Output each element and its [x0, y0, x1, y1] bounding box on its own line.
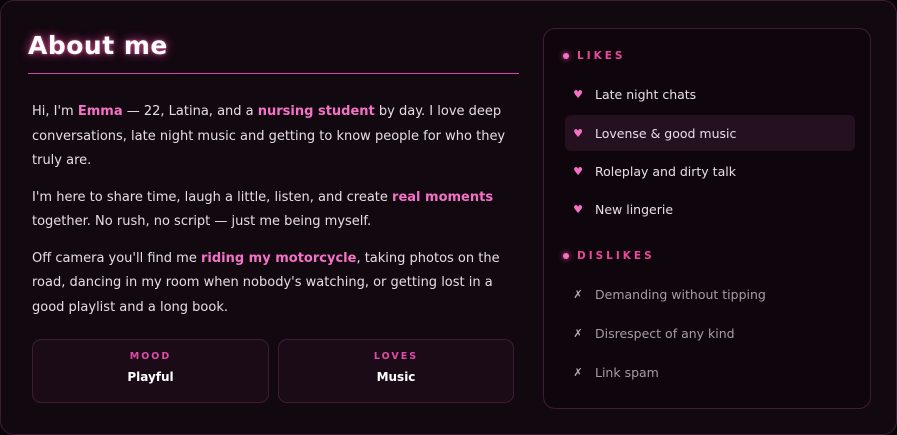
x-icon: ✗: [573, 287, 583, 301]
x-icon: ✗: [573, 365, 583, 379]
like-item[interactable]: ♥ Lovense & good music: [565, 115, 855, 151]
heart-icon: ♥: [573, 202, 583, 216]
x-icon: ✗: [573, 326, 583, 340]
like-item-label: Roleplay and dirty talk: [595, 163, 736, 179]
like-item-label: Lovense & good music: [595, 125, 737, 141]
loves-stat-card: LOVES Music: [278, 339, 514, 403]
bio-text-segment: Off camera you'll find me: [32, 250, 201, 266]
heart-icon: ♥: [573, 126, 583, 140]
dislike-item[interactable]: ✗ Link spam: [565, 354, 855, 390]
bio-paragraph-3: Off camera you'll find me riding my moto…: [32, 247, 512, 321]
likes-heading-label: LIKES: [577, 50, 626, 62]
dislike-item-label: Disrespect of any kind: [595, 325, 735, 341]
dislikes-heading-label: DISLIKES: [577, 250, 655, 262]
bio-text-segment: — 22, Latina, and a: [122, 104, 258, 119]
title-divider: [28, 73, 519, 74]
like-item-label: Late night chats: [595, 86, 697, 102]
moments-highlight: real moments: [392, 189, 494, 205]
like-item[interactable]: ♥ Roleplay and dirty talk: [565, 153, 855, 189]
bio-text-segment: Hi, I'm: [32, 104, 78, 119]
bio-text-segment: I'm here to share time, laugh a little, …: [32, 189, 393, 205]
hobby-highlight: riding my motorcycle: [200, 250, 357, 266]
dislikes-heading: DISLIKES: [563, 250, 655, 262]
bullet-dot-icon: [563, 253, 569, 259]
heart-icon: ♥: [573, 87, 583, 101]
likes-heading: LIKES: [563, 50, 625, 62]
bio-text-segment: together. No rush, no script — just me b…: [32, 214, 372, 229]
about-title: About me: [28, 31, 168, 60]
loves-value: Music: [376, 370, 416, 384]
dislike-item-label: Demanding without tipping: [595, 286, 766, 302]
bio-paragraph-2: I'm here to share time, laugh a little, …: [32, 186, 512, 235]
mood-stat-card: MOOD Playful: [32, 339, 269, 403]
role-highlight: nursing student: [257, 104, 375, 119]
dislike-item[interactable]: ✗ Disrespect of any kind: [565, 315, 855, 351]
bio-paragraph-1: Hi, I'm Emma — 22, Latina, and a nursing…: [32, 100, 512, 174]
mood-label: MOOD: [129, 351, 172, 362]
likes-dislikes-panel: LIKES ♥ Late night chats ♥ Lovense & goo…: [543, 28, 871, 409]
about-card: About me Hi, I'm Emma — 22, Latina, and …: [0, 0, 897, 435]
mood-value: Playful: [127, 370, 174, 384]
bullet-dot-icon: [563, 53, 569, 59]
like-item-label: New lingerie: [595, 201, 674, 217]
heart-icon: ♥: [573, 164, 583, 178]
dislike-item-label: Link spam: [595, 364, 659, 380]
name-highlight: Emma: [77, 104, 123, 119]
like-item[interactable]: ♥ New lingerie: [565, 191, 855, 227]
bio-text: Hi, I'm Emma — 22, Latina, and a nursing…: [32, 100, 512, 332]
loves-label: LOVES: [373, 351, 419, 362]
dislike-item[interactable]: ✗ Demanding without tipping: [565, 276, 855, 312]
like-item[interactable]: ♥ Late night chats: [565, 76, 855, 112]
